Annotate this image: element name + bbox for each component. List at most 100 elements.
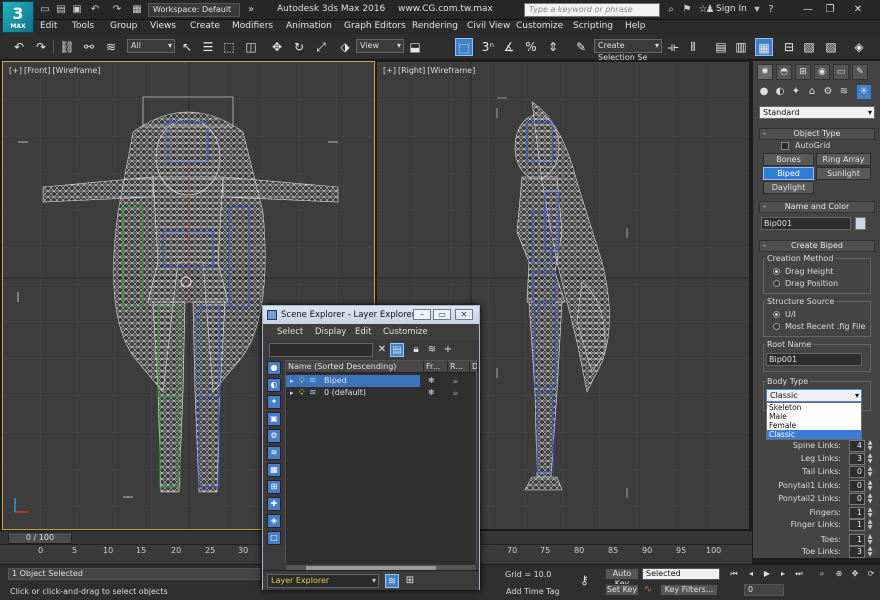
clear-search-icon[interactable]: ✕ [375,343,389,357]
menu-animation[interactable]: Animation [286,21,332,31]
lightbulb-icon[interactable]: 💡︎ [299,387,305,399]
name-column-header[interactable]: Name (Sorted Descending) [286,361,424,373]
menu-help[interactable]: Help [625,21,646,31]
select-and-link-icon[interactable]: ⛓ [58,38,76,56]
search-input[interactable]: Type a keyword or phrase [524,3,660,17]
daylight-button[interactable]: Daylight [763,181,814,194]
help-icon[interactable]: ? [764,3,778,17]
workspace-dropdown[interactable]: Workspace: Default [148,3,240,17]
utilities-tab-icon[interactable]: ✎ [852,64,868,80]
key-mode-dropdown[interactable]: Selected [642,568,720,580]
maximize-button[interactable]: ❐ [822,2,838,17]
hierarchy-tab-icon[interactable]: ⊞ [795,64,811,80]
scene-explorer-title-bar[interactable]: Scene Explorer - Layer Explorer – ▭ ✕ [263,306,479,324]
display-spacewarps-icon[interactable]: ≋ [267,446,281,460]
save-file-icon[interactable]: ▣ [70,3,84,17]
sign-in-dropdown-icon[interactable]: ▾ [750,3,764,17]
minimize-button[interactable]: — [800,2,816,17]
se-find-input[interactable] [269,343,373,357]
align-icon[interactable]: ⫴ [684,38,702,56]
render-column-header[interactable]: R... [448,361,470,373]
systems-icon[interactable]: ✳ [857,85,871,99]
display-cameras-icon[interactable]: ▣ [267,412,281,426]
scene-explorer-window[interactable]: Scene Explorer - Layer Explorer – ▭ ✕ Se… [262,305,480,590]
ui-source-radio[interactable] [773,311,780,318]
shapes-icon[interactable]: ◐ [773,85,787,99]
render-frame-icon[interactable]: ◈ [850,38,868,56]
select-by-name-icon[interactable]: ☰ [199,38,217,56]
display-xrefs-icon[interactable]: ⊞ [267,480,281,494]
sign-in-link[interactable]: Sign In [716,4,747,14]
spinner-snap-icon[interactable]: ⇕ [544,38,562,56]
display-column-header[interactable]: D [470,361,478,373]
se-menu-edit[interactable]: Edit [355,327,371,337]
app-logo[interactable]: 3 MAX [2,1,34,33]
menu-create[interactable]: Create [190,21,220,31]
open-file-icon[interactable]: ▤ [54,3,68,17]
layer-explorer-icon[interactable]: ▤ [712,38,730,56]
se-minimize-button[interactable]: – [413,309,431,320]
tail-links-spinner[interactable]: Tail Links: 0 ▲ ▼ [757,466,875,478]
helpers-icon[interactable]: ⚙ [821,85,835,99]
layer-table[interactable]: Name (Sorted Descending) Fr... R... D ▸ … [285,360,478,565]
biped-button[interactable]: Biped [763,167,814,180]
create-tab-icon[interactable]: ✸ [757,64,773,80]
drag-position-radio[interactable] [773,280,780,287]
select-object-icon[interactable]: ↖ [178,38,196,56]
display-tab-icon[interactable]: ▭ [833,64,849,80]
previous-frame-icon[interactable]: ◂ [744,568,758,580]
lights-icon[interactable]: ✦ [789,85,803,99]
menu-graph-editors[interactable]: Graph Editors [344,21,406,31]
select-manipulate-icon[interactable]: ⬚ [455,38,473,56]
geometry-icon[interactable]: ● [757,85,771,99]
explorer-type-dropdown[interactable]: Layer Explorer [267,574,379,588]
rectangular-selection-icon[interactable]: ⬚ [220,38,238,56]
teapot-render-icon[interactable]: ☕︎ [452,387,459,399]
undo-icon[interactable]: ↶ [88,3,102,17]
menu-views[interactable]: Views [150,21,176,31]
snaps-toggle-icon[interactable]: 3ⁿ [479,38,497,56]
se-lock-icon[interactable]: 🔒︎ [409,343,423,357]
expand-arrow-icon[interactable]: ▸ [290,387,294,399]
select-and-place-icon[interactable]: ⬗ [336,38,354,56]
ring-array-button[interactable]: Ring Array [816,153,871,166]
close-button[interactable]: ✕ [850,2,866,17]
ponytail2-links-spinner[interactable]: Ponytail2 Links: 0 ▲ ▼ [757,493,875,505]
se-menu-select[interactable]: Select [277,327,303,337]
percent-snap-icon[interactable]: % [522,38,540,56]
layer-name-cell[interactable]: ▸ 💡︎ ≋ Biped [286,375,420,387]
edit-named-selection-icon[interactable]: ✎ [572,38,590,56]
current-frame-field[interactable]: 0 [744,584,784,596]
front-viewport-label[interactable]: [+] [Front] [Wireframe] [9,66,102,75]
new-file-icon[interactable]: ▭ [38,3,52,17]
object-type-rollout[interactable]: Object Type [759,128,875,140]
go-to-start-icon[interactable]: ⏮ [727,568,741,580]
window-crossing-icon[interactable]: ◫ [242,38,260,56]
se-close-button[interactable]: ✕ [455,309,473,320]
body-type-option-classic[interactable]: Classic [767,430,861,439]
se-maximize-button[interactable]: ▭ [433,309,451,320]
root-name-field[interactable]: Bip001 [766,353,862,366]
workspace-more-icon[interactable]: » [244,3,258,17]
menu-rendering[interactable]: Rendering [412,21,458,31]
toggle-ribbon-icon[interactable]: ▥ [732,38,750,56]
render-setup-icon[interactable]: ▨ [822,38,840,56]
key-filters-button[interactable]: Key Filters... [660,584,718,596]
teapot-render-icon[interactable]: ☕︎ [452,375,459,387]
name-and-color-rollout[interactable]: Name and Color [759,201,875,213]
pan-icon[interactable]: ✥ [848,568,862,580]
sort-layers-icon[interactable]: ≋ [385,574,399,588]
unlink-icon[interactable]: ⚯ [80,38,98,56]
named-selection-set-dropdown[interactable]: Create Selection Se [594,39,662,62]
lightbulb-icon[interactable]: 💡︎ [299,375,305,387]
schematic-view-icon[interactable]: ⊟ [780,38,798,56]
spine-links-spinner[interactable]: Spine Links: 4 ▲ ▼ [757,440,875,452]
space-warps-icon[interactable]: ≋ [837,85,851,99]
display-all-icon[interactable]: ◈ [267,514,281,528]
display-helpers-icon[interactable]: ⚙ [267,429,281,443]
body-type-option-male[interactable]: Male [767,412,861,421]
table-row[interactable]: ▸ 💡︎ ≋ 0 (default) ❄ ☕︎ [286,387,476,399]
motion-tab-icon[interactable]: ◉ [814,64,830,80]
select-and-move-icon[interactable]: ✥ [268,38,286,56]
table-row[interactable]: ▸ 💡︎ ≋ Biped ❄ ☕︎ [286,375,476,387]
